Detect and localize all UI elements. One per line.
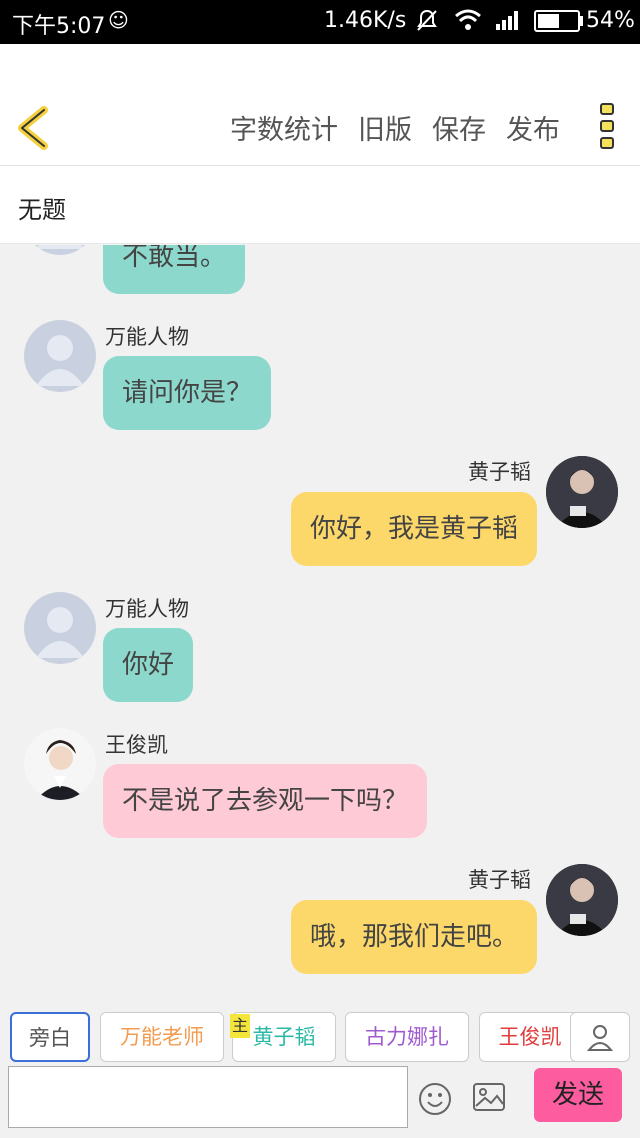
word-count-button[interactable]: 字数统计 bbox=[230, 108, 338, 147]
sender-name: 黄子韬 bbox=[468, 460, 531, 484]
character-chip[interactable]: 万能老师 bbox=[100, 1012, 224, 1062]
message-bubble[interactable]: 你好 bbox=[103, 628, 194, 702]
battery-icon bbox=[534, 10, 580, 32]
emoji-icon[interactable] bbox=[418, 1082, 452, 1120]
save-button[interactable]: 保存 bbox=[432, 108, 486, 147]
photo-avatar[interactable] bbox=[546, 456, 618, 528]
default-avatar[interactable] bbox=[24, 320, 96, 392]
status-time: 下午5:07 bbox=[12, 14, 106, 39]
signal-icon bbox=[494, 8, 522, 37]
add-character-icon[interactable] bbox=[570, 1012, 630, 1062]
message-bubble[interactable]: 你好，我是黄子韬 bbox=[290, 492, 537, 566]
main-character-tag: 主 bbox=[230, 1014, 250, 1038]
status-bar: 下午5:07 ☺ 1.46K/s 54% bbox=[0, 0, 640, 44]
character-bar: 旁白 万能老师 黄子韬 古力娜扎 王俊凯 bbox=[0, 988, 640, 1064]
message-bubble[interactable]: 不是说了去参观一下吗？ bbox=[103, 764, 428, 838]
composer-bar: 发送 bbox=[0, 1064, 640, 1138]
network-speed: 1.46K/s bbox=[324, 8, 407, 33]
character-chip[interactable]: 王俊凯 bbox=[479, 1012, 581, 1062]
photo-avatar[interactable] bbox=[24, 728, 96, 800]
sender-name: 万能人物 bbox=[105, 597, 189, 621]
editor-header: 字数统计 旧版 保存 发布 bbox=[0, 44, 640, 166]
more-menu-icon[interactable] bbox=[600, 103, 614, 153]
character-chip[interactable]: 古力娜扎 bbox=[345, 1012, 469, 1062]
wifi-icon bbox=[454, 8, 482, 37]
app-notification-icon: ☺ bbox=[108, 8, 129, 32]
send-button[interactable]: 发送 bbox=[534, 1068, 622, 1122]
doc-title[interactable]: 无题 bbox=[18, 190, 66, 225]
old-version-button[interactable]: 旧版 bbox=[358, 108, 412, 147]
publish-button[interactable]: 发布 bbox=[506, 108, 560, 147]
default-avatar[interactable] bbox=[24, 245, 96, 255]
mute-icon bbox=[414, 8, 440, 39]
title-bar[interactable]: 无题 bbox=[0, 166, 640, 244]
battery-percent: 54% bbox=[586, 8, 635, 33]
message-bubble[interactable]: 哦，那我们走吧。 bbox=[290, 900, 537, 974]
image-icon[interactable] bbox=[472, 1082, 506, 1116]
character-chip-narrator[interactable]: 旁白 bbox=[10, 1012, 90, 1062]
photo-avatar[interactable] bbox=[546, 864, 618, 936]
message-input[interactable] bbox=[8, 1066, 408, 1128]
sender-name: 万能人物 bbox=[105, 325, 189, 349]
message-bubble[interactable]: 不敢当。 bbox=[103, 245, 246, 294]
default-avatar[interactable] bbox=[24, 592, 96, 664]
header-actions: 字数统计 旧版 保存 发布 bbox=[230, 108, 560, 147]
message-bubble[interactable]: 请问你是？ bbox=[103, 356, 272, 430]
back-icon[interactable] bbox=[14, 106, 54, 150]
sender-name: 黄子韬 bbox=[468, 868, 531, 892]
sender-name: 王俊凯 bbox=[105, 733, 168, 757]
chat-area[interactable]: 不敢当。 万能人物 请问你是？ 黄子韬 你好，我是黄子韬 万能人物 你好 王俊凯… bbox=[0, 245, 640, 988]
